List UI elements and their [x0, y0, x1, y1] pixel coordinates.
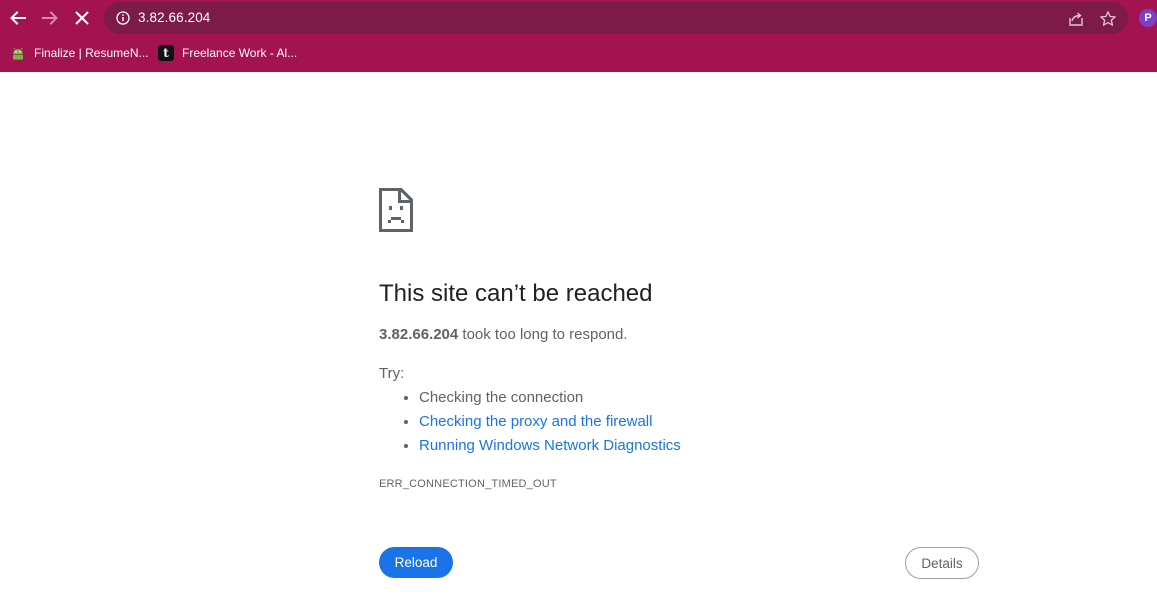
- bookmark-freelance-work[interactable]: t Freelance Work - Al...: [158, 44, 297, 62]
- suggestion-check-connection: Checking the connection: [419, 389, 584, 406]
- suggestions-list: Checking the connection Checking the pro…: [379, 386, 681, 458]
- suggestion-check-proxy-link[interactable]: Checking the proxy and the firewall: [419, 413, 652, 430]
- forward-button[interactable]: [38, 6, 62, 30]
- share-icon[interactable]: [1067, 10, 1085, 28]
- suggestion-network-diagnostics-link[interactable]: Running Windows Network Diagnostics: [419, 437, 681, 454]
- android-robot-icon: [10, 45, 26, 61]
- details-button[interactable]: Details: [905, 547, 979, 579]
- t-logo-icon: t: [158, 45, 174, 61]
- sad-page-icon: [379, 188, 413, 232]
- suggestion-item: Running Windows Network Diagnostics: [419, 434, 681, 458]
- try-label: Try:: [379, 365, 405, 382]
- info-icon[interactable]: [116, 11, 130, 25]
- bookmarks-bar: Finalize | ResumeN... t Freelance Work -…: [0, 40, 1157, 66]
- url-text[interactable]: 3.82.66.204: [138, 10, 210, 25]
- bookmark-label: Finalize | ResumeN...: [34, 46, 149, 60]
- bookmark-finalize-resume[interactable]: Finalize | ResumeN...: [10, 44, 149, 62]
- bookmark-label: Freelance Work - Al...: [182, 46, 298, 60]
- back-button[interactable]: [6, 6, 30, 30]
- error-title: This site can’t be reached: [379, 280, 653, 307]
- error-host: 3.82.66.204: [379, 326, 459, 343]
- close-icon: [75, 11, 89, 25]
- suggestion-item: Checking the proxy and the firewall: [419, 410, 681, 434]
- browser-toolbar: 3.82.66.204 P Finalize | ResumeN... t Fr…: [0, 0, 1157, 72]
- reload-button[interactable]: Reload: [379, 547, 453, 578]
- error-code: ERR_CONNECTION_TIMED_OUT: [379, 478, 557, 490]
- error-description: 3.82.66.204 took too long to respond.: [379, 326, 628, 343]
- address-bar[interactable]: 3.82.66.204: [104, 2, 1128, 34]
- error-message: took too long to respond.: [458, 326, 628, 343]
- arrow-right-icon: [42, 11, 58, 25]
- profile-avatar[interactable]: P: [1139, 9, 1157, 27]
- stop-loading-button[interactable]: [70, 6, 94, 30]
- suggestion-item: Checking the connection: [419, 386, 681, 410]
- star-icon[interactable]: [1099, 10, 1117, 28]
- arrow-left-icon: [10, 11, 26, 25]
